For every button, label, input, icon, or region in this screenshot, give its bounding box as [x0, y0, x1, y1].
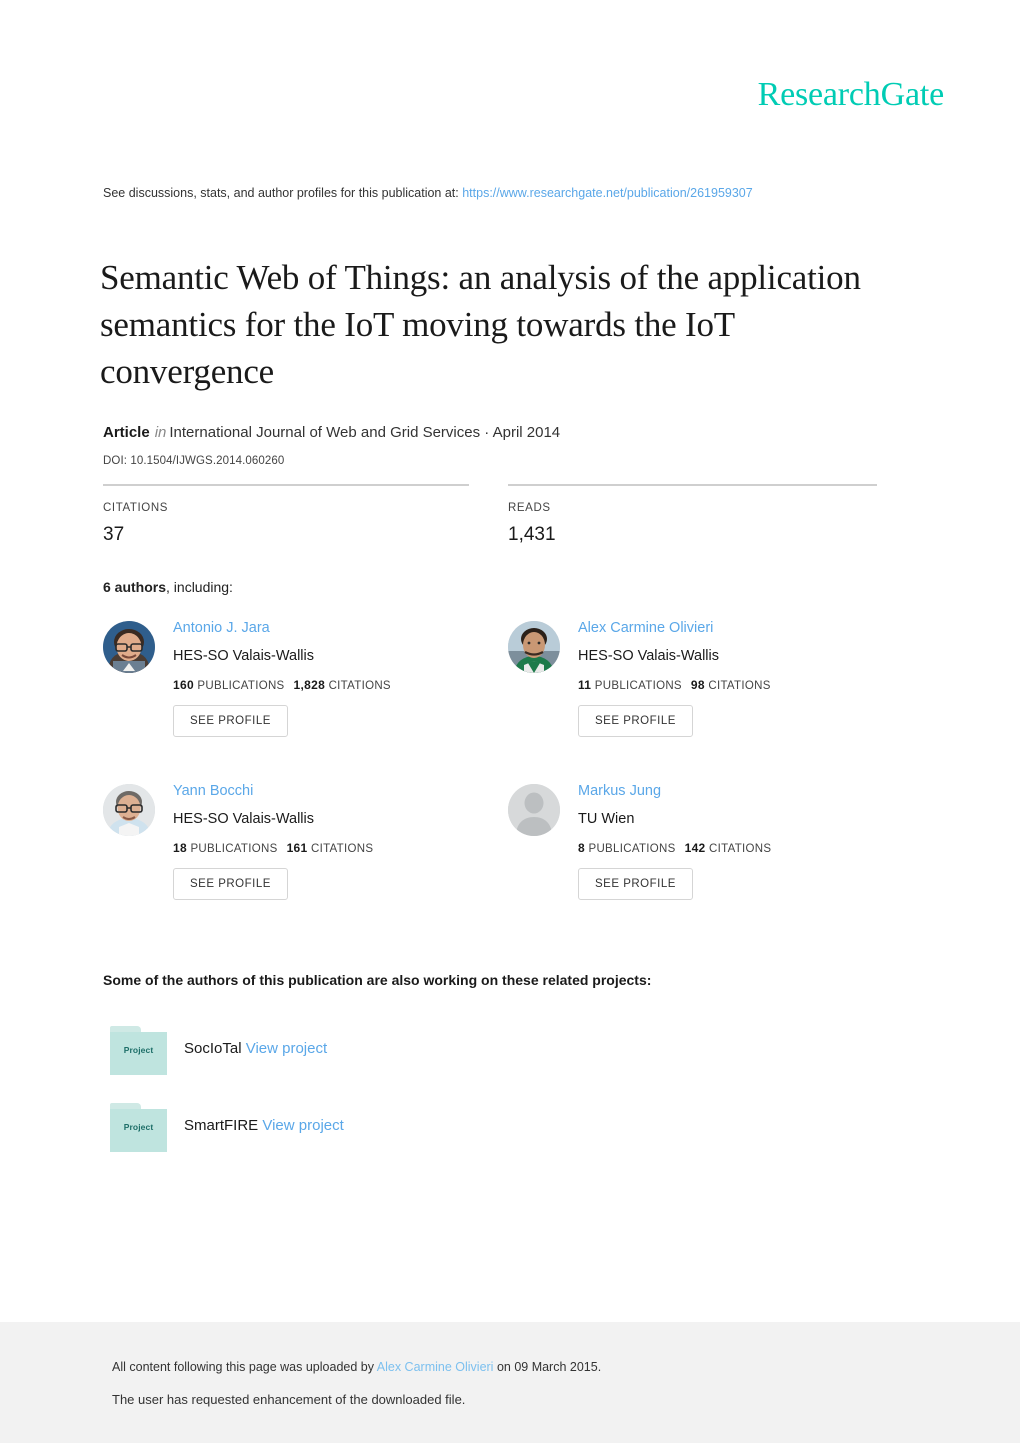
publication-url-link[interactable]: https://www.researchgate.net/publication… — [462, 186, 752, 200]
author-publications-label: PUBLICATIONS — [588, 843, 676, 855]
author-publications-count: 8 — [578, 841, 585, 855]
author-body: Yann Bocchi HES-SO Valais-Wallis 18 PUBL… — [173, 781, 503, 900]
author-body: Alex Carmine Olivieri HES-SO Valais-Wall… — [578, 618, 908, 737]
author-name-link[interactable]: Alex Carmine Olivieri — [578, 618, 908, 638]
footer-upload-prefix: All content following this page was uplo… — [112, 1360, 377, 1374]
reads-value: 1,431 — [508, 524, 556, 545]
author-name-link[interactable]: Antonio J. Jara — [173, 618, 503, 638]
article-in-label: in — [154, 424, 167, 441]
author-publications-count: 11 — [578, 678, 592, 692]
author-citations-label: CITATIONS — [709, 843, 772, 855]
page-title: Semantic Web of Things: an analysis of t… — [100, 258, 861, 392]
author-citations-count: 161 — [286, 841, 308, 855]
author-citations-label: CITATIONS — [328, 680, 391, 692]
author-affiliation: HES-SO Valais-Wallis — [578, 648, 719, 664]
footer-bar: All content following this page was uplo… — [0, 1322, 1020, 1443]
reads-label: READS — [508, 502, 551, 514]
project-name: SmartFIRE — [184, 1117, 259, 1134]
citations-value: 37 — [103, 524, 125, 545]
project-name: SocIoTal — [184, 1040, 242, 1057]
author-name-link[interactable]: Markus Jung — [578, 781, 908, 801]
see-profile-button[interactable]: SEE PROFILE — [173, 868, 288, 900]
see-profile-button[interactable]: SEE PROFILE — [578, 868, 693, 900]
author-body: Antonio J. Jara HES-SO Valais-Wallis 160… — [173, 618, 503, 737]
folder-label: Project — [123, 1045, 154, 1055]
author-citations-label: CITATIONS — [310, 843, 374, 855]
author-publications-label: PUBLICATIONS — [190, 843, 278, 855]
avatar[interactable] — [508, 621, 560, 673]
project-folder-icon: Project — [110, 1103, 167, 1152]
footer-upload-line: All content following this page was uplo… — [112, 1360, 601, 1374]
folder-label: Project — [123, 1122, 154, 1132]
author-card: Yann Bocchi HES-SO Valais-Wallis 18 PUBL… — [103, 781, 503, 931]
author-affiliation: TU Wien — [578, 811, 635, 827]
see-profile-button[interactable]: SEE PROFILE — [173, 705, 288, 737]
author-card: Antonio J. Jara HES-SO Valais-Wallis 160… — [103, 618, 503, 768]
author-publications-label: PUBLICATIONS — [594, 680, 682, 692]
article-venue: International Journal of Web and Grid Se… — [169, 424, 561, 441]
discussion-line: See discussions, stats, and author profi… — [103, 186, 753, 200]
project-folder-icon: Project — [110, 1026, 167, 1075]
view-project-link[interactable]: View project — [246, 1040, 327, 1057]
publication-page: ResearchGate See discussions, stats, and… — [0, 0, 1020, 1443]
view-project-link[interactable]: View project — [262, 1117, 343, 1134]
authors-heading-rest: , including: — [166, 579, 233, 595]
author-publications-count: 18 — [173, 841, 187, 855]
citations-label: CITATIONS — [103, 502, 169, 514]
project-text: SmartFIRE View project — [184, 1117, 344, 1134]
authors-heading: 6 authors, including: — [103, 579, 233, 595]
author-citations-label: CITATIONS — [708, 680, 771, 692]
footer-uploader-link[interactable]: Alex Carmine Olivieri — [377, 1360, 494, 1374]
author-publications-label: PUBLICATIONS — [197, 680, 285, 692]
discussion-prefix-text: See discussions, stats, and author profi… — [103, 186, 463, 200]
author-citations-count: 142 — [684, 841, 706, 855]
citations-divider — [103, 484, 469, 486]
footer-upload-suffix: on 09 March 2015. — [493, 1360, 602, 1374]
author-stats: 11 PUBLICATIONS 98 CITATIONS — [578, 678, 908, 692]
author-affiliation: HES-SO Valais-Wallis — [173, 648, 314, 664]
author-stats: 160 PUBLICATIONS 1,828 CITATIONS — [173, 678, 503, 692]
article-doi: DOI: 10.1504/IJWGS.2014.060260 — [103, 455, 285, 467]
author-citations-count: 98 — [690, 678, 705, 692]
author-citations-count: 1,828 — [293, 678, 326, 692]
project-text: SocIoTal View project — [184, 1040, 327, 1057]
reads-divider — [508, 484, 877, 486]
author-stats: 18 PUBLICATIONS 161 CITATIONS — [173, 841, 503, 855]
author-name-link[interactable]: Yann Bocchi — [173, 781, 503, 801]
footer-enhancement-note: The user has requested enhancement of th… — [112, 1392, 466, 1407]
author-stats: 8 PUBLICATIONS 142 CITATIONS — [578, 841, 908, 855]
authors-count: 6 authors — [103, 579, 167, 595]
article-type-label: Article — [103, 424, 150, 441]
avatar[interactable] — [103, 784, 155, 836]
projects-heading: Some of the authors of this publication … — [103, 972, 652, 988]
see-profile-button[interactable]: SEE PROFILE — [578, 705, 693, 737]
avatar-placeholder-icon[interactable] — [508, 784, 560, 836]
author-body: Markus Jung TU Wien 8 PUBLICATIONS 142 CI… — [578, 781, 908, 900]
researchgate-logo[interactable]: ResearchGate — [758, 78, 945, 112]
avatar[interactable] — [103, 621, 155, 673]
article-meta: Article in International Journal of Web an… — [103, 424, 560, 441]
author-affiliation: HES-SO Valais-Wallis — [173, 811, 314, 827]
author-publications-count: 160 — [173, 678, 194, 692]
author-card: Alex Carmine Olivieri HES-SO Valais-Wall… — [508, 618, 908, 768]
author-card: Markus Jung TU Wien 8 PUBLICATIONS 142 CI… — [508, 781, 908, 931]
